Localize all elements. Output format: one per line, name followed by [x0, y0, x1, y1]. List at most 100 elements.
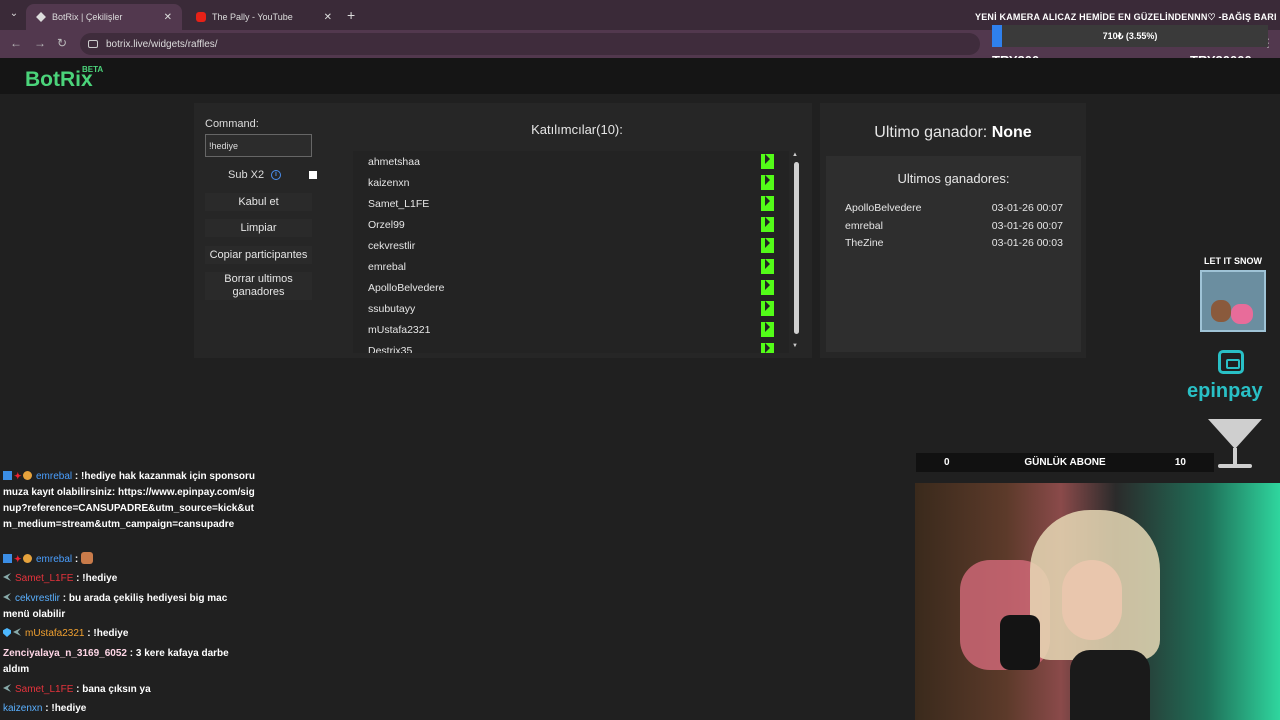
- sword-badge-icon: [13, 628, 21, 636]
- winner-row: emrebal 03-01-26 00:07: [845, 220, 1063, 234]
- reload-icon[interactable]: ↻: [57, 36, 67, 50]
- participant-row[interactable]: emrebal: [353, 256, 789, 277]
- participant-name: ahmetshaa: [368, 156, 420, 168]
- kick-icon: [761, 196, 774, 211]
- participant-row[interactable]: mUstafa2321: [353, 319, 789, 340]
- microphone-icon: [1000, 615, 1040, 670]
- address-bar[interactable]: botrix.live/widgets/raffles/: [80, 33, 980, 55]
- tab-botrix[interactable]: BotRix | Çekilişler ✕: [26, 4, 182, 30]
- participants-list[interactable]: ahmetshaa kaizenxn Samet_L1FE Orzel99 cekvre…: [353, 151, 789, 353]
- participant-row[interactable]: ahmetshaa: [353, 151, 789, 172]
- kick-icon: [761, 217, 774, 232]
- chat-username[interactable]: Samet_L1FE: [15, 573, 73, 584]
- sub-goal-target: 10: [1174, 457, 1186, 468]
- command-label: Command:: [205, 118, 259, 130]
- kick-icon: [761, 301, 774, 316]
- chat-text: : !hediye: [87, 628, 129, 639]
- participant-row[interactable]: Samet_L1FE: [353, 193, 789, 214]
- chat-username[interactable]: Zenciyalaya_n_3169_6052: [3, 648, 127, 659]
- chat-message: ✦ emrebal : !hediye hak kazanmak için spo…: [3, 468, 255, 533]
- chat-text: : !hediye: [76, 573, 118, 584]
- chat-username[interactable]: emrebal: [36, 554, 72, 565]
- pink-bear-image: [1231, 304, 1253, 324]
- moderator-badge-icon: [3, 554, 12, 563]
- back-icon[interactable]: ←: [10, 36, 22, 50]
- winner-name: emrebal: [845, 220, 883, 232]
- last-winner-value: None: [991, 124, 1032, 141]
- kick-icon: [761, 280, 774, 295]
- last-winner: Ultimo ganador: None: [820, 124, 1086, 142]
- donation-progress-text: 710₺ (3.55%): [1102, 31, 1158, 41]
- last-winner-label: Ultimo ganador:: [874, 124, 988, 141]
- scroll-up-icon[interactable]: ▲: [792, 152, 798, 158]
- participant-row[interactable]: ApolloBelvedere: [353, 277, 789, 298]
- participant-row[interactable]: cekvrestlir: [353, 235, 789, 256]
- chat-text: : !hediye: [45, 703, 87, 714]
- martini-glass-stem: [1233, 448, 1237, 465]
- command-input[interactable]: [205, 134, 312, 157]
- chat-text: : bana çıksın ya: [76, 684, 151, 695]
- scroll-down-icon[interactable]: ▼: [792, 343, 798, 349]
- heart-badge-icon: ✦: [14, 554, 22, 564]
- participant-row[interactable]: ssubutayy: [353, 298, 789, 319]
- tab-title: The Pally - YouTube: [212, 12, 293, 22]
- webcam-face: [1062, 560, 1122, 640]
- app-header: [0, 58, 1280, 94]
- kick-icon: [761, 175, 774, 190]
- participant-name: Orzel99: [368, 219, 405, 231]
- botrix-favicon-icon: [36, 12, 46, 22]
- chat-message: ✦ emrebal :: [3, 551, 255, 568]
- winner-time: 03-01-26 00:07: [991, 202, 1063, 214]
- accept-button[interactable]: Kabul et: [205, 193, 312, 211]
- info-icon[interactable]: i: [271, 170, 281, 180]
- url-text: botrix.live/widgets/raffles/: [106, 38, 218, 50]
- tab-youtube[interactable]: The Pally - YouTube ✕: [186, 4, 342, 30]
- new-tab-icon[interactable]: +: [347, 7, 355, 23]
- sub-multiplier-label: Sub X2: [228, 169, 265, 181]
- participant-name: Samet_L1FE: [368, 198, 430, 210]
- kick-icon: [761, 322, 774, 337]
- participant-row[interactable]: Orzel99: [353, 214, 789, 235]
- chat-username[interactable]: Samet_L1FE: [15, 684, 73, 695]
- winner-row: TheZine 03-01-26 00:03: [845, 237, 1063, 251]
- copy-participants-button[interactable]: Copiar participantes: [205, 246, 312, 264]
- tab-search-icon[interactable]: ⌄: [6, 6, 22, 22]
- martini-glass-base: [1218, 464, 1252, 468]
- forward-icon[interactable]: →: [34, 36, 46, 50]
- sponsor-name: epinpay: [1187, 380, 1263, 402]
- chat-username[interactable]: emrebal: [36, 471, 72, 482]
- winner-row: ApolloBelvedere 03-01-26 00:07: [845, 202, 1063, 216]
- beta-badge: BETA: [82, 65, 104, 74]
- teddy-bear-image: [1211, 300, 1231, 322]
- sub-multiplier-checkbox[interactable]: [309, 171, 317, 179]
- chat-message: Samet_L1FE : bana çıksın ya: [3, 682, 255, 698]
- site-info-icon[interactable]: [88, 40, 98, 48]
- participant-name: cekvrestlir: [368, 240, 416, 252]
- sub-goal-bar: 0 GÜNLÜK ABONE 10: [916, 453, 1214, 472]
- participant-row[interactable]: Destrix35: [353, 340, 789, 353]
- tab-close-icon[interactable]: ✕: [324, 12, 332, 23]
- chat-message: Zenciyalaya_n_3169_6052 : 3 kere kafaya …: [3, 646, 255, 678]
- kick-icon: [761, 259, 774, 274]
- martini-glass-icon: [1208, 419, 1262, 449]
- donation-title: YENİ KAMERA ALICAZ HEMİDE EN GÜZELİNDENN…: [975, 12, 1277, 22]
- winner-name: TheZine: [845, 237, 884, 249]
- clear-button[interactable]: Limpiar: [205, 219, 312, 237]
- sword-badge-icon: [3, 593, 11, 601]
- winner-time: 03-01-26 00:03: [991, 237, 1063, 249]
- delete-winners-button[interactable]: Borrar ultimos ganadores: [205, 272, 312, 300]
- chat-username[interactable]: mUstafa2321: [25, 628, 84, 639]
- sub-goal-title: GÜNLÜK ABONE: [1024, 457, 1106, 468]
- participant-name: ssubutayy: [368, 303, 416, 315]
- participant-name: Destrix35: [368, 345, 413, 353]
- epinpay-logo-icon: [1218, 350, 1244, 374]
- chat-username[interactable]: kaizenxn: [3, 703, 42, 714]
- scrollbar-thumb[interactable]: [794, 162, 799, 334]
- chat-text: :: [74, 554, 79, 565]
- participant-row[interactable]: kaizenxn: [353, 172, 789, 193]
- chat-message: cekvrestlir : bu arada çekiliş hediyesi …: [3, 591, 255, 623]
- sword-badge-icon: [3, 573, 11, 581]
- tab-close-icon[interactable]: ✕: [164, 12, 172, 23]
- participant-name: kaizenxn: [368, 177, 410, 189]
- chat-username[interactable]: cekvrestlir: [15, 593, 60, 604]
